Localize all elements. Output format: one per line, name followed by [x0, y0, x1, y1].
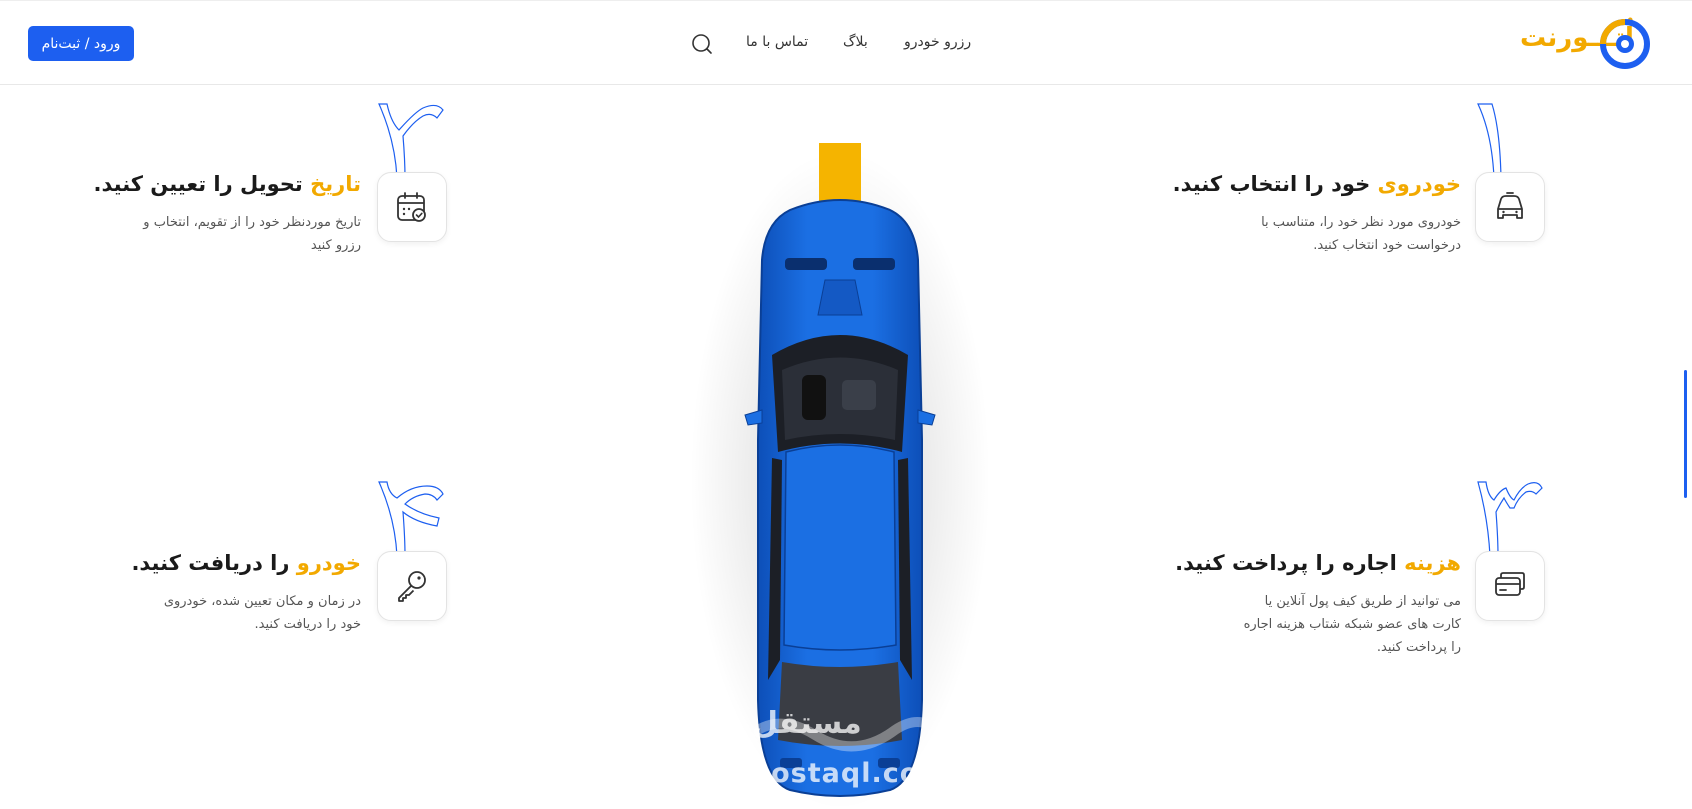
key-icon: [398, 571, 426, 602]
step-2-title: تاریخ تحویل را تعیین کنید.: [94, 172, 361, 196]
login-register-button[interactable]: ورود / ثبت‌نام: [28, 26, 134, 61]
step-3-desc-line: را پرداخت کنید.: [1376, 640, 1461, 655]
step-2-icon-box: [377, 172, 447, 242]
step-3-desc-line: کارت های عضو شبکه شتاب هزینه اجاره: [1243, 617, 1461, 632]
search-icon[interactable]: [690, 32, 714, 56]
step-2-description: تاریخ موردنظر خود را از تقویم، انتخاب و …: [101, 211, 361, 257]
step-4-desc-line: خود را دریافت کنید.: [254, 617, 361, 632]
card-icon: [1495, 572, 1525, 596]
step-1-title-highlight: خودروی: [1377, 172, 1461, 196]
step-1-desc-line: درخواست خود انتخاب کنید.: [1313, 238, 1461, 253]
step-3-title-highlight: هزینه: [1404, 551, 1461, 575]
step-4-icon-box: [377, 551, 447, 621]
step-4-title-highlight: خودرو: [296, 551, 361, 575]
logo-icon[interactable]: [1598, 17, 1652, 71]
step-2-desc-line: تاریخ موردنظر خود را از تقویم، انتخاب و: [143, 215, 361, 230]
calendar-icon: [397, 192, 426, 222]
step-4-title-rest: را دریافت کنید.: [131, 551, 297, 575]
nav-blog[interactable]: بلاگ: [843, 34, 868, 50]
step-3-desc-line: می توانید از طریق کیف پول آنلاین یا: [1264, 594, 1461, 609]
step-1-desc-line: خودروی مورد نظر خود را، متناسب با: [1261, 215, 1461, 230]
step-2-title-rest: تحویل را تعیین کنید.: [93, 172, 311, 196]
site-header: ورود / ثبت‌نام تماس با ما بلاگ رزرو خودر…: [0, 0, 1692, 85]
step-1-description: خودروی مورد نظر خود را، متناسب با درخواس…: [1201, 211, 1461, 257]
step-1-icon-box: [1475, 172, 1545, 242]
step-number-1: [1477, 103, 1502, 179]
step-2-title-highlight: تاریخ: [310, 172, 361, 196]
step-3-title-rest: اجاره را پرداخت کنید.: [1175, 551, 1405, 575]
watermark-arabic-text: مستقل: [752, 706, 862, 741]
step-4-title: خودرو را دریافت کنید.: [131, 551, 361, 575]
nav-contact[interactable]: تماس با ما: [746, 34, 808, 50]
step-number-3: [1477, 481, 1543, 557]
car-icon: [1497, 192, 1523, 219]
page-scrollbar[interactable]: [1684, 370, 1687, 498]
step-1-title: خودروی خود را انتخاب کنید.: [1173, 172, 1461, 196]
step-number-2: [378, 103, 444, 179]
step-4-description: در زمان و مکان تعیین شده، خودروی خود را …: [101, 590, 361, 636]
step-3-description: می توانید از طریق کیف پول آنلاین یا کارت…: [1201, 590, 1461, 659]
step-3-icon-box: [1475, 551, 1545, 621]
step-1-title-rest: خود را انتخاب کنید.: [1172, 172, 1378, 196]
watermark-text: mostaql.com: [742, 758, 949, 789]
nav-reserve-car[interactable]: رزرو خودرو: [904, 34, 971, 50]
step-number-4: [378, 481, 444, 557]
step-4-desc-line: در زمان و مکان تعیین شده، خودروی: [163, 594, 361, 609]
step-3-title: هزینه اجاره را پرداخت کنید.: [1175, 551, 1461, 575]
step-2-desc-line: رزرو کنید: [310, 238, 361, 253]
